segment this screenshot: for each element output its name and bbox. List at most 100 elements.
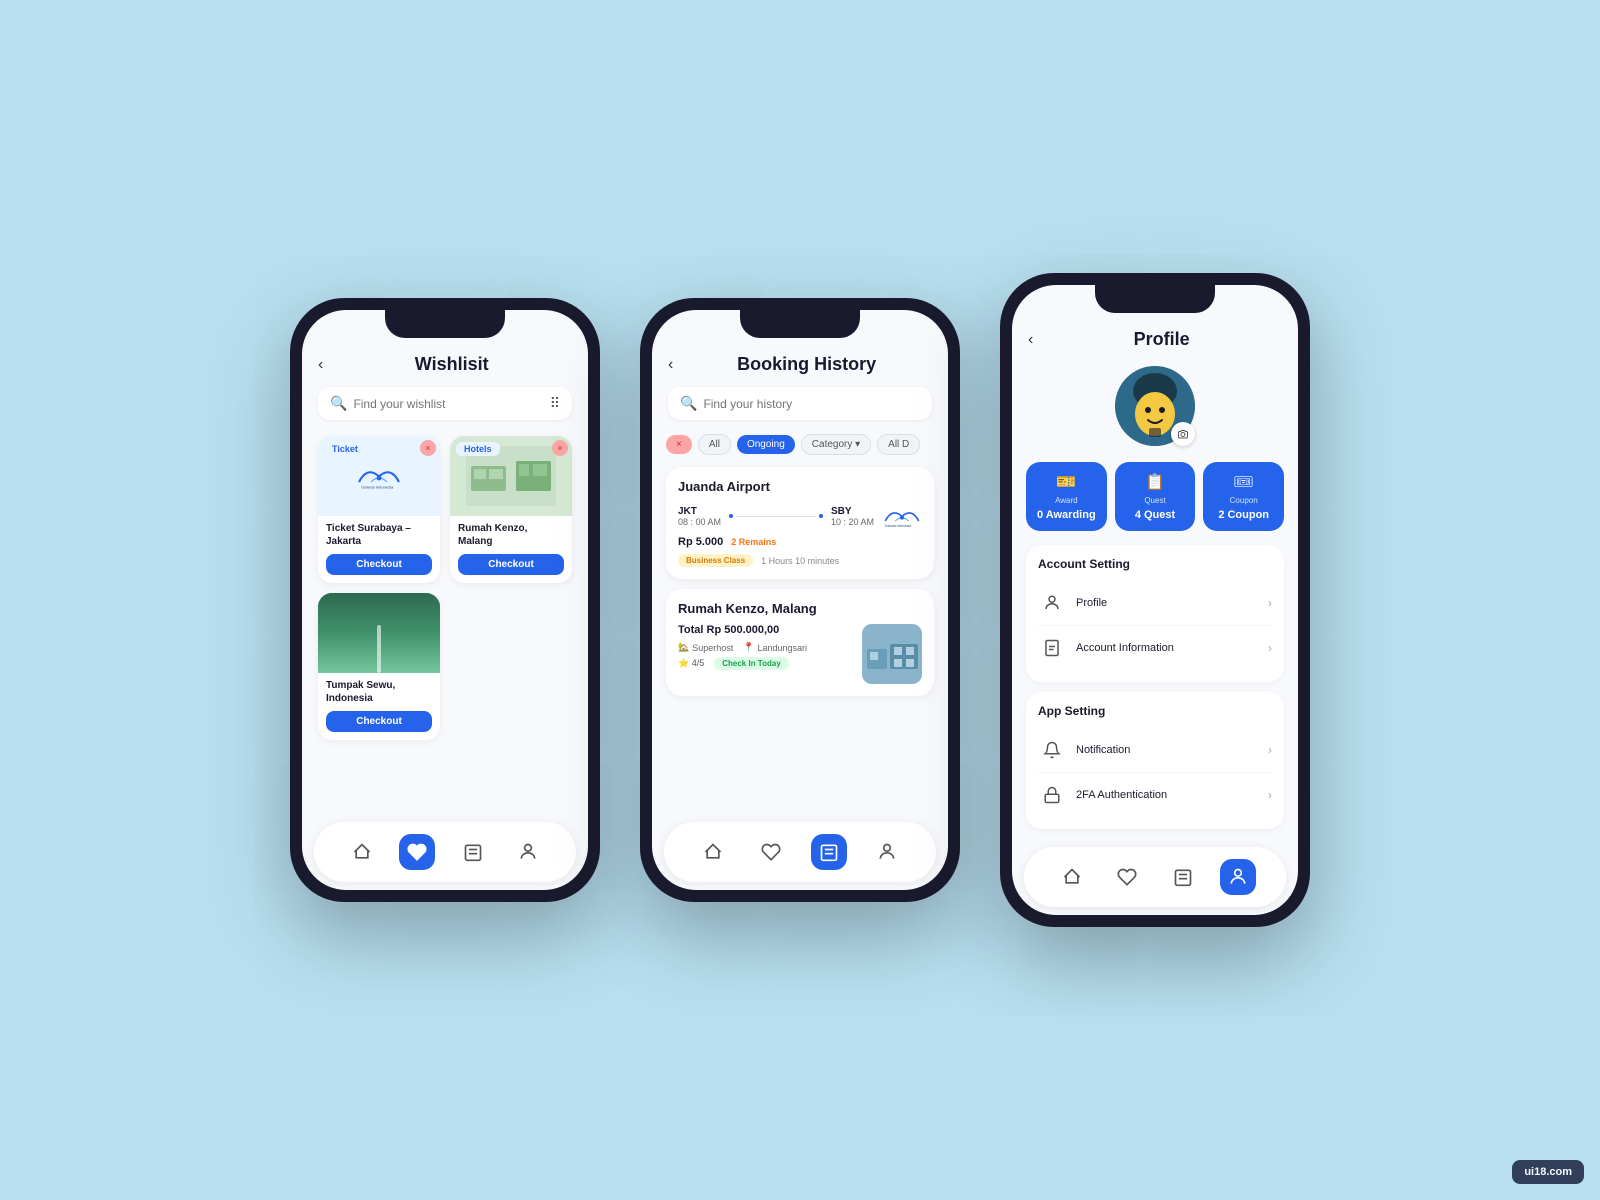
account-info-icon	[1038, 634, 1066, 662]
flight-to-code: SBY	[831, 506, 874, 517]
card-title-place: Tumpak Sewu, Indonesia	[326, 679, 432, 705]
hotel-total: Total Rp 500.000,00	[678, 624, 854, 636]
profile-icon	[1038, 589, 1066, 617]
stat-quest[interactable]: 📋 Quest 4 Quest	[1115, 462, 1196, 531]
hotel-location: 📍 Landungsari	[743, 642, 807, 653]
hotel-rating: ⭐ 4/5	[678, 658, 704, 669]
card-body-hotel: Rumah Kenzo, Malang Checkout	[450, 516, 572, 583]
back-button-booking[interactable]: ‹	[668, 356, 673, 374]
filter-alld[interactable]: All D	[877, 434, 920, 455]
hotel-details: Total Rp 500.000,00 🏡 Superhost 📍 Landun…	[678, 624, 854, 670]
waterfall-background	[318, 593, 440, 673]
price-remains-row: Rp 5.000 2 Remains	[678, 536, 922, 548]
nav-home-profile[interactable]	[1054, 859, 1090, 895]
hotel-meta: 🏡 Superhost 📍 Landungsari	[678, 642, 854, 653]
flight-from-time: 08 : 00 AM	[678, 517, 721, 527]
nav-home-booking[interactable]	[695, 834, 731, 870]
notch-wishlist	[385, 310, 505, 338]
account-setting-title: Account Setting	[1038, 557, 1272, 571]
checkout-btn-hotel[interactable]: Checkout	[458, 554, 564, 575]
nav-user-wishlist[interactable]	[510, 834, 546, 870]
nav-home-wishlist[interactable]	[344, 834, 380, 870]
2fa-icon	[1038, 781, 1066, 809]
booking-hotel-title: Rumah Kenzo, Malang	[678, 601, 922, 616]
phone-profile: ‹ Profile	[1000, 273, 1310, 927]
flight-info: JKT 08 : 00 AM SBY 10 : 20 AM	[678, 502, 922, 530]
booking-title: Booking History	[681, 354, 932, 375]
back-button-wishlist[interactable]: ‹	[318, 356, 323, 374]
filter-ongoing[interactable]: Ongoing	[737, 435, 795, 454]
account-info-label: Account Information	[1076, 642, 1268, 654]
phone-booking: ‹ Booking History 🔍 × All Ongoing Catego…	[640, 298, 960, 902]
app-setting-title: App Setting	[1038, 704, 1272, 718]
nav-heart-booking[interactable]	[753, 834, 789, 870]
svg-text:Garuda Indonesia: Garuda Indonesia	[885, 524, 912, 528]
nav-list-booking[interactable]	[811, 834, 847, 870]
setting-account-info[interactable]: Account Information ›	[1038, 626, 1272, 670]
booking-header: ‹ Booking History	[652, 346, 948, 379]
setting-notification[interactable]: Notification ›	[1038, 728, 1272, 773]
booking-search-bar[interactable]: 🔍	[668, 387, 932, 420]
flight-price: Rp 5.000	[678, 536, 723, 548]
nav-list-wishlist[interactable]	[455, 834, 491, 870]
checkout-btn-place[interactable]: Checkout	[326, 711, 432, 732]
award-icon: 🎫	[1056, 472, 1076, 492]
bottom-nav-wishlist	[314, 822, 576, 882]
setting-2fa[interactable]: 2FA Authentication ›	[1038, 773, 1272, 817]
filter-icon[interactable]: ⠿	[550, 395, 560, 412]
wishlist-card-ticket: Ticket × Garuda Indonesia Ticket Surabay…	[318, 436, 440, 583]
booking-card-flight: Juanda Airport JKT 08 : 00 AM	[666, 467, 934, 579]
wishlist-search-bar[interactable]: 🔍 ⠿	[318, 387, 572, 420]
notch-booking	[740, 310, 860, 338]
booking-flight-title: Juanda Airport	[678, 479, 922, 494]
card-tag-ticket: Ticket	[324, 442, 366, 456]
flight-badge-row: Business Class 1 Hours 10 minutes	[678, 554, 922, 567]
card-close-hotel[interactable]: ×	[552, 440, 568, 456]
filter-clear[interactable]: ×	[666, 435, 692, 454]
wishlist-card-hotel: Hotels ×	[450, 436, 572, 583]
coupon-label: Coupon	[1230, 496, 1258, 505]
hotel-superhost: 🏡 Superhost	[678, 642, 733, 653]
stat-award[interactable]: 🎫 Award 0 Awarding	[1026, 462, 1107, 531]
watermark: ui18.com	[1512, 1160, 1584, 1184]
quest-label: Quest	[1144, 496, 1165, 505]
card-body-place: Tumpak Sewu, Indonesia Checkout	[318, 673, 440, 740]
quest-icon: 📋	[1145, 472, 1165, 492]
booking-card-hotel: Rumah Kenzo, Malang Total Rp 500.000,00 …	[666, 589, 934, 696]
back-button-profile[interactable]: ‹	[1028, 331, 1033, 349]
flight-remains: 2 Remains	[731, 537, 776, 547]
checkout-btn-ticket[interactable]: Checkout	[326, 554, 432, 575]
notch-profile	[1095, 285, 1215, 313]
nav-list-profile[interactable]	[1165, 859, 1201, 895]
card-tag-hotels: Hotels	[456, 442, 500, 456]
nav-heart-wishlist[interactable]	[399, 834, 435, 870]
notification-arrow: ›	[1268, 743, 1272, 757]
hotel-thumb-inner	[862, 624, 922, 684]
svg-text:Garuda Indonesia: Garuda Indonesia	[361, 484, 394, 489]
card-title-hotel: Rumah Kenzo, Malang	[458, 522, 564, 548]
filter-category[interactable]: Category ▾	[801, 434, 871, 455]
wishlist-card-place: Place × Tumpak Sewu, Indonesia Checkout	[318, 593, 440, 740]
stats-row: 🎫 Award 0 Awarding 📋 Quest 4 Quest 🎟 Cou…	[1012, 462, 1298, 531]
card-close-ticket[interactable]: ×	[420, 440, 436, 456]
hotel-checkin-badge: Check In Today	[714, 657, 789, 670]
stat-coupon[interactable]: 🎟 Coupon 2 Coupon	[1203, 462, 1284, 531]
award-value: 0 Awarding	[1037, 509, 1096, 521]
nav-user-profile[interactable]	[1220, 859, 1256, 895]
garuda-logo-booking: Garuda Indonesia	[882, 502, 922, 530]
nav-user-booking[interactable]	[869, 834, 905, 870]
hotel-thumbnail	[862, 624, 922, 684]
filter-all[interactable]: All	[698, 434, 731, 455]
bottom-nav-booking	[664, 822, 936, 882]
profile-header: ‹ Profile	[1012, 321, 1298, 354]
profile-arrow: ›	[1268, 596, 1272, 610]
setting-profile[interactable]: Profile ›	[1038, 581, 1272, 626]
booking-filter-row: × All Ongoing Category ▾ All D	[652, 428, 948, 461]
camera-badge[interactable]	[1171, 422, 1195, 446]
booking-search-input[interactable]	[703, 397, 920, 411]
card-image-hotel: Hotels ×	[450, 436, 572, 516]
nav-heart-profile[interactable]	[1109, 859, 1145, 895]
2fa-label: 2FA Authentication	[1076, 789, 1268, 801]
flight-to-time: 10 : 20 AM	[831, 517, 874, 527]
wishlist-search-input[interactable]	[353, 397, 549, 411]
